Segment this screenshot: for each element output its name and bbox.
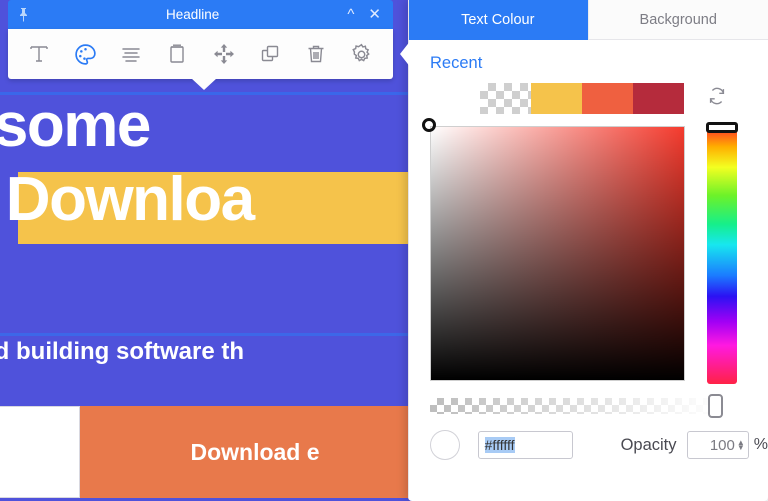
delete-tool-button[interactable] — [298, 36, 334, 72]
move-arrows-icon — [212, 42, 236, 66]
toolbar-window-buttons: ^ ✕ — [347, 7, 393, 22]
opacity-label: Opacity — [620, 435, 677, 454]
padding-icon — [165, 42, 189, 66]
hex-input-value: #ffffff — [484, 437, 515, 453]
toolbar-title: Headline — [166, 7, 220, 22]
saturation-value-cursor[interactable] — [422, 118, 436, 132]
hue-slider-area — [706, 122, 738, 384]
swatch-transparent[interactable] — [480, 83, 531, 114]
opacity-input[interactable]: 100 ▲ ▼ — [686, 431, 749, 459]
colour-picker-panel: Text Colour Background Recent #ffffff Op… — [408, 0, 768, 501]
download-button-label: Download e — [190, 438, 320, 465]
swatch-yellow[interactable] — [531, 83, 582, 114]
recent-swatches — [408, 73, 768, 114]
headline-line-2-highlighted: Downloa — [5, 165, 255, 234]
text-icon — [27, 42, 51, 66]
hex-input[interactable]: #ffffff — [477, 431, 573, 459]
color-panel-pointer-tail — [400, 40, 411, 68]
text-tool-button[interactable] — [21, 36, 57, 72]
toolbar-title-bar[interactable]: Headline ^ ✕ — [8, 0, 393, 29]
email-input[interactable]: -mail — [0, 406, 80, 498]
alpha-slider-handle[interactable] — [708, 394, 723, 418]
pin-icon[interactable] — [8, 7, 38, 22]
alpha-slider[interactable] — [430, 394, 723, 418]
signup-form: -mail Download e — [0, 406, 422, 498]
gear-icon — [349, 42, 374, 67]
download-button[interactable]: Download e — [80, 406, 422, 498]
colour-value-row: #ffffff Opacity 100 ▲ ▼ % — [408, 414, 768, 460]
close-icon[interactable]: ✕ — [368, 7, 381, 22]
padding-tool-button[interactable] — [159, 36, 195, 72]
subtitle-text[interactable]: ide to designing and building software t… — [0, 338, 422, 366]
colour-tool-button[interactable] — [67, 36, 103, 72]
stepper-down-icon[interactable]: ▼ — [737, 444, 745, 452]
colour-preview-swatch[interactable] — [430, 430, 460, 460]
headline-line-1-text: Awesome — [0, 91, 151, 160]
tab-text-colour[interactable]: Text Colour — [408, 0, 588, 40]
colour-panel-tabs: Text Colour Background — [408, 0, 768, 40]
tab-background[interactable]: Background — [587, 0, 768, 40]
trash-icon — [304, 42, 328, 66]
opacity-stepper[interactable]: ▲ ▼ — [737, 439, 745, 452]
saturation-value-square[interactable] — [430, 126, 685, 381]
swatch-orange[interactable] — [582, 83, 633, 114]
align-icon — [119, 42, 143, 66]
percent-symbol: % — [753, 436, 768, 453]
toolbar-buttons — [8, 29, 393, 79]
move-tool-button[interactable] — [206, 36, 242, 72]
chevron-up-icon[interactable]: ^ — [347, 7, 354, 22]
swatch-dark-red[interactable] — [633, 83, 684, 114]
alpha-slider-area — [408, 384, 768, 418]
align-tool-button[interactable] — [113, 36, 149, 72]
headline-line-1: Awesome — [0, 95, 151, 157]
duplicate-icon — [258, 42, 282, 66]
colour-selection-area — [408, 114, 768, 384]
duplicate-tool-button[interactable] — [252, 36, 288, 72]
headline-line-2-prefix: ok – — [0, 165, 6, 234]
refresh-icon[interactable] — [706, 85, 728, 112]
panel-left-border — [408, 0, 409, 501]
saturation-value-area — [422, 118, 685, 381]
settings-tool-button[interactable] — [344, 36, 380, 72]
hue-slider[interactable] — [707, 126, 737, 384]
hue-slider-handle[interactable] — [706, 122, 738, 133]
headline-line-2: ok – Downloa — [0, 169, 422, 244]
toolbar-pointer-tail — [191, 78, 217, 90]
section-divider-sub — [0, 333, 422, 336]
element-toolbar: Headline ^ ✕ — [8, 0, 393, 90]
palette-icon — [73, 42, 98, 67]
opacity-input-value: 100 — [709, 436, 735, 454]
recent-label: Recent — [430, 54, 483, 72]
